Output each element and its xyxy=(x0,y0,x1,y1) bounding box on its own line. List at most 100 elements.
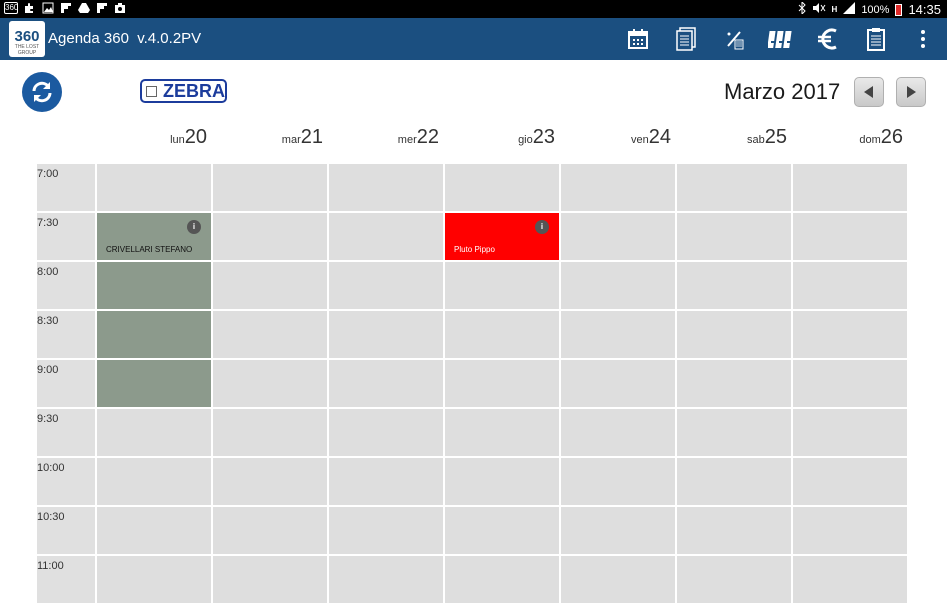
info-icon[interactable]: i xyxy=(187,220,201,234)
event-block[interactable] xyxy=(97,360,211,407)
calendar-cell[interactable] xyxy=(561,507,675,554)
refresh-button[interactable] xyxy=(22,72,62,112)
calendar-cell[interactable] xyxy=(329,507,443,554)
calendar-cell[interactable] xyxy=(793,360,907,407)
calendar-cell[interactable] xyxy=(445,164,559,211)
mute-icon xyxy=(812,2,826,17)
calendar-button[interactable] xyxy=(623,24,653,54)
calendar-cell[interactable] xyxy=(445,360,559,407)
calendar-cell[interactable] xyxy=(213,311,327,358)
calendar-cell[interactable] xyxy=(329,409,443,456)
calendar-cell[interactable] xyxy=(97,164,211,211)
calendar-cell[interactable] xyxy=(97,458,211,505)
app-logo: 360 THE LOST GROUP xyxy=(9,21,45,57)
logo-text: 360 xyxy=(14,28,40,45)
calendar-cell[interactable] xyxy=(213,409,327,456)
day-name: ven xyxy=(631,134,649,146)
time-label: 8:30 xyxy=(37,315,59,327)
month-title: Marzo 2017 xyxy=(724,79,841,104)
info-icon[interactable]: i xyxy=(535,220,549,234)
calendar-cell[interactable] xyxy=(445,311,559,358)
bluetooth-icon xyxy=(798,0,806,17)
calendar-cell[interactable] xyxy=(793,556,907,603)
calendar-cell[interactable] xyxy=(213,360,327,407)
clipboard-icon xyxy=(867,28,885,51)
calendar-cell[interactable] xyxy=(97,409,211,456)
calendar-cell[interactable] xyxy=(445,556,559,603)
percent-button[interactable] xyxy=(719,24,749,54)
calendar-cell[interactable] xyxy=(329,311,443,358)
time-slot-label-cell: 9:30 xyxy=(37,409,95,456)
clipboard-button[interactable] xyxy=(861,24,891,54)
calendar-cell[interactable] xyxy=(213,458,327,505)
calendar-cell[interactable] xyxy=(445,262,559,309)
calendar-cell[interactable] xyxy=(329,556,443,603)
calendar-cell[interactable] xyxy=(677,213,791,260)
calendar-cell[interactable] xyxy=(329,164,443,211)
calendar-cell[interactable] xyxy=(677,458,791,505)
time-slot-label-cell: 7:30 xyxy=(37,213,95,260)
archive-button[interactable] xyxy=(766,24,796,54)
euro-button[interactable] xyxy=(813,24,843,54)
day-name: mer xyxy=(397,134,417,146)
calendar-cell[interactable] xyxy=(793,311,907,358)
time-label: 7:00 xyxy=(37,168,59,180)
calendar-cell[interactable] xyxy=(213,213,327,260)
calendar-cell[interactable] xyxy=(97,556,211,603)
overflow-menu-button[interactable] xyxy=(908,24,938,54)
calendar-cell[interactable] xyxy=(329,458,443,505)
calendar-cell[interactable] xyxy=(561,311,675,358)
event-block[interactable]: CRIVELLARI STEFANO i xyxy=(97,213,211,260)
calendar-cell[interactable] xyxy=(561,409,675,456)
calendar-cell[interactable] xyxy=(329,262,443,309)
calendar-cell[interactable] xyxy=(677,311,791,358)
calendar-icon xyxy=(628,29,648,49)
flipboard-icon xyxy=(96,2,108,17)
previous-month-button[interactable] xyxy=(854,77,884,107)
calendar-cell[interactable] xyxy=(561,556,675,603)
calendar-cell[interactable] xyxy=(561,213,675,260)
calendar-cell[interactable] xyxy=(793,409,907,456)
calendar-cell[interactable] xyxy=(213,507,327,554)
calendar-cell[interactable] xyxy=(677,556,791,603)
calendar-cell[interactable] xyxy=(445,458,559,505)
event-block[interactable] xyxy=(97,311,211,358)
calendar-cell[interactable] xyxy=(561,164,675,211)
calendar-cell[interactable] xyxy=(793,507,907,554)
app-title: Agenda 360 v.4.0.2PV xyxy=(48,30,202,47)
event-block[interactable] xyxy=(97,262,211,309)
time-label: 9:30 xyxy=(37,413,59,425)
day-number: 21 xyxy=(300,126,323,148)
calendar-cell[interactable] xyxy=(677,262,791,309)
calendar-cell[interactable] xyxy=(213,262,327,309)
app-bar: 360 THE LOST GROUP Agenda 360 v.4.0.2PV xyxy=(0,18,947,60)
calendar-cell[interactable] xyxy=(561,458,675,505)
next-month-button[interactable] xyxy=(896,77,926,107)
archive-icon xyxy=(768,31,792,48)
calendar-cell[interactable] xyxy=(677,360,791,407)
zebra-checkbox[interactable]: ZEBRA xyxy=(140,79,227,103)
logo-subtext: THE LOST GROUP xyxy=(14,44,40,56)
overflow-menu-icon xyxy=(921,30,925,48)
calendar-cell[interactable] xyxy=(445,507,559,554)
calendar-cell[interactable] xyxy=(677,164,791,211)
calendar-cell[interactable] xyxy=(793,213,907,260)
calendar-cell[interactable] xyxy=(561,262,675,309)
calendar-cell[interactable] xyxy=(677,409,791,456)
event-block[interactable]: Pluto Pippo i xyxy=(445,213,559,260)
time-label: 8:00 xyxy=(37,266,59,278)
status-bar: 360 H 100% 14:35 xyxy=(0,0,947,178)
calendar-cell[interactable] xyxy=(97,507,211,554)
calendar-cell[interactable] xyxy=(213,556,327,603)
calendar-cell[interactable] xyxy=(445,409,559,456)
calendar-cell[interactable] xyxy=(793,262,907,309)
calendar-cell[interactable] xyxy=(329,360,443,407)
calendar-cell[interactable] xyxy=(793,164,907,211)
calendar-cell[interactable] xyxy=(677,507,791,554)
calendar-cell[interactable] xyxy=(561,360,675,407)
documents-button[interactable] xyxy=(671,24,701,54)
calendar-cell[interactable] xyxy=(213,164,327,211)
calendar-cell[interactable] xyxy=(329,213,443,260)
day-name: lun xyxy=(170,134,185,146)
calendar-cell[interactable] xyxy=(793,458,907,505)
